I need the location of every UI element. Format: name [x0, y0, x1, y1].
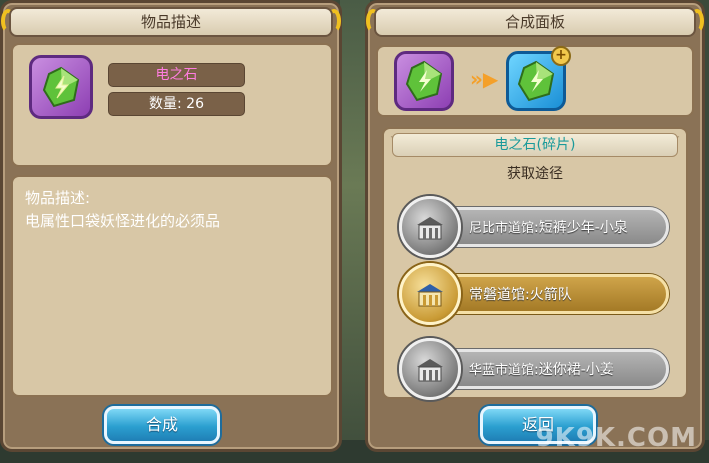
route-item[interactable]: 华蓝市道馆:迷你裙-小姜 — [399, 338, 669, 400]
trainer-name: :火箭队 — [525, 287, 572, 303]
item-icon-tile — [29, 55, 93, 119]
panel-title: 物品描述 — [9, 7, 333, 37]
item-quantity: 数量: 26 — [108, 92, 245, 116]
panel-title: 合成面板 — [374, 7, 696, 37]
arrow-right-icon: »▶ — [470, 67, 499, 91]
synthesis-panel: 合成面板 »▶ + ★ ★ 电之石(碎片) 获取途径 — [365, 0, 705, 452]
description-text: 物品描述: 电属性口袋妖怪进化的必须品 — [25, 187, 220, 233]
item-description-box: 物品描述: 电属性口袋妖怪进化的必须品 — [11, 175, 333, 397]
source-item-tile[interactable] — [394, 51, 454, 111]
thunder-stone-icon — [405, 60, 443, 102]
trainer-name: :迷你裙-小姜 — [534, 362, 614, 378]
synthesis-recipe-box: »▶ + — [376, 45, 694, 117]
gym-icon — [399, 263, 461, 325]
fragment-name: 电之石(碎片) — [392, 133, 678, 157]
route-text: 尼比市道馆:短裤少年-小泉 — [469, 217, 628, 237]
acquisition-box: ★ ★ 电之石(碎片) 获取途径 尼比市道馆:短裤少年-小泉 — [382, 127, 688, 400]
route-item[interactable]: 尼比市道馆:短裤少年-小泉 — [399, 196, 669, 258]
item-name: 电之石 — [108, 63, 245, 87]
synthesize-button[interactable]: 合成 — [104, 406, 220, 444]
gym-icon — [399, 338, 461, 400]
gym-name: 尼比市道馆 — [469, 221, 535, 236]
item-info-box: 电之石 数量: 26 — [11, 43, 333, 167]
description-body: 电属性口袋妖怪进化的必须品 — [25, 212, 221, 230]
description-heading: 物品描述: — [25, 189, 91, 207]
watermark-text: 9K9K.COM — [535, 423, 697, 453]
trainer-name: :短裤少年-小泉 — [534, 220, 628, 236]
gym-building-icon — [417, 359, 443, 382]
gym-name: 常磐道馆 — [469, 287, 525, 303]
target-item-tile[interactable]: + — [506, 46, 571, 111]
route-text: 华蓝市道馆:迷你裙-小姜 — [469, 359, 614, 379]
item-description-panel: 物品描述 电之石 数量: 26 物品描述: 电属性口袋妖怪进化的必须品 合成 — [0, 0, 342, 452]
route-text: 常磐道馆:火箭队 — [469, 284, 572, 304]
acquisition-heading: 获取途径 — [507, 166, 563, 182]
thunder-stone-icon — [42, 66, 80, 108]
gym-name: 华蓝市道馆 — [469, 363, 535, 378]
route-item[interactable]: 常磐道馆:火箭队 — [399, 263, 669, 325]
gym-building-icon — [417, 217, 443, 240]
gym-building-icon — [417, 284, 443, 307]
thunder-stone-fragment-icon — [517, 60, 555, 102]
gym-icon — [399, 196, 461, 258]
plus-badge-icon: + — [551, 46, 571, 66]
